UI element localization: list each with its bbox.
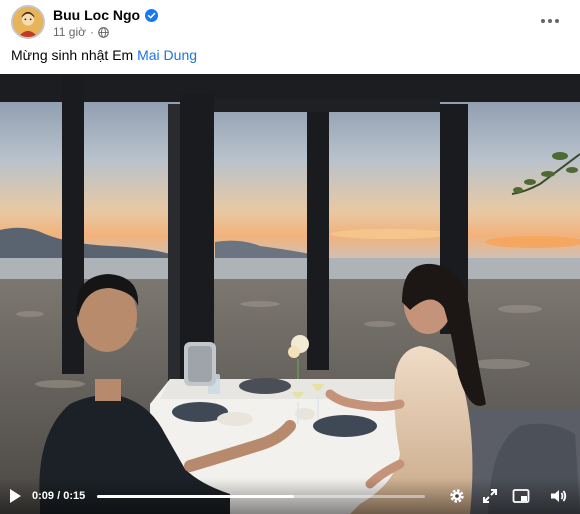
settings-gear-icon[interactable] <box>447 486 467 506</box>
verified-badge-icon <box>145 8 159 22</box>
progress-fill <box>97 495 294 498</box>
volume-icon[interactable] <box>548 486 568 506</box>
play-button[interactable] <box>8 488 22 504</box>
caption-text: Mừng sinh nhật Em <box>11 47 138 63</box>
fullscreen-icon[interactable] <box>480 486 500 506</box>
progress-bar[interactable] <box>97 495 425 498</box>
video-time: 0:09 / 0:15 <box>32 490 85 502</box>
video-player[interactable]: 0:09 / 0:15 <box>0 74 580 514</box>
meta-separator: · <box>90 25 94 39</box>
more-dot <box>555 19 559 23</box>
author-name[interactable]: Buu Loc Ngo <box>53 7 140 23</box>
author-avatar[interactable] <box>11 5 45 39</box>
post-header: Buu Loc Ngo 11 giờ · <box>0 0 580 44</box>
post-caption: Mừng sinh nhật Em Mai Dung <box>11 47 197 63</box>
duration: 0:15 <box>63 490 86 502</box>
video-frame <box>0 74 580 514</box>
globe-icon[interactable] <box>98 26 109 38</box>
play-icon <box>10 489 21 503</box>
video-controls: 0:09 / 0:15 <box>0 478 580 514</box>
picture-in-picture-icon[interactable] <box>511 486 531 506</box>
post-meta: 11 giờ · <box>53 25 109 39</box>
author: Buu Loc Ngo <box>53 6 159 24</box>
current-time: 0:09 <box>32 490 55 502</box>
time-separator: / <box>54 490 64 502</box>
avatar-illustration <box>13 7 43 37</box>
post-timestamp[interactable]: 11 giờ <box>53 25 86 39</box>
caption-mention[interactable]: Mai Dung <box>137 47 197 63</box>
more-options-button[interactable] <box>538 10 562 32</box>
more-dot <box>548 19 552 23</box>
more-dot <box>541 19 545 23</box>
